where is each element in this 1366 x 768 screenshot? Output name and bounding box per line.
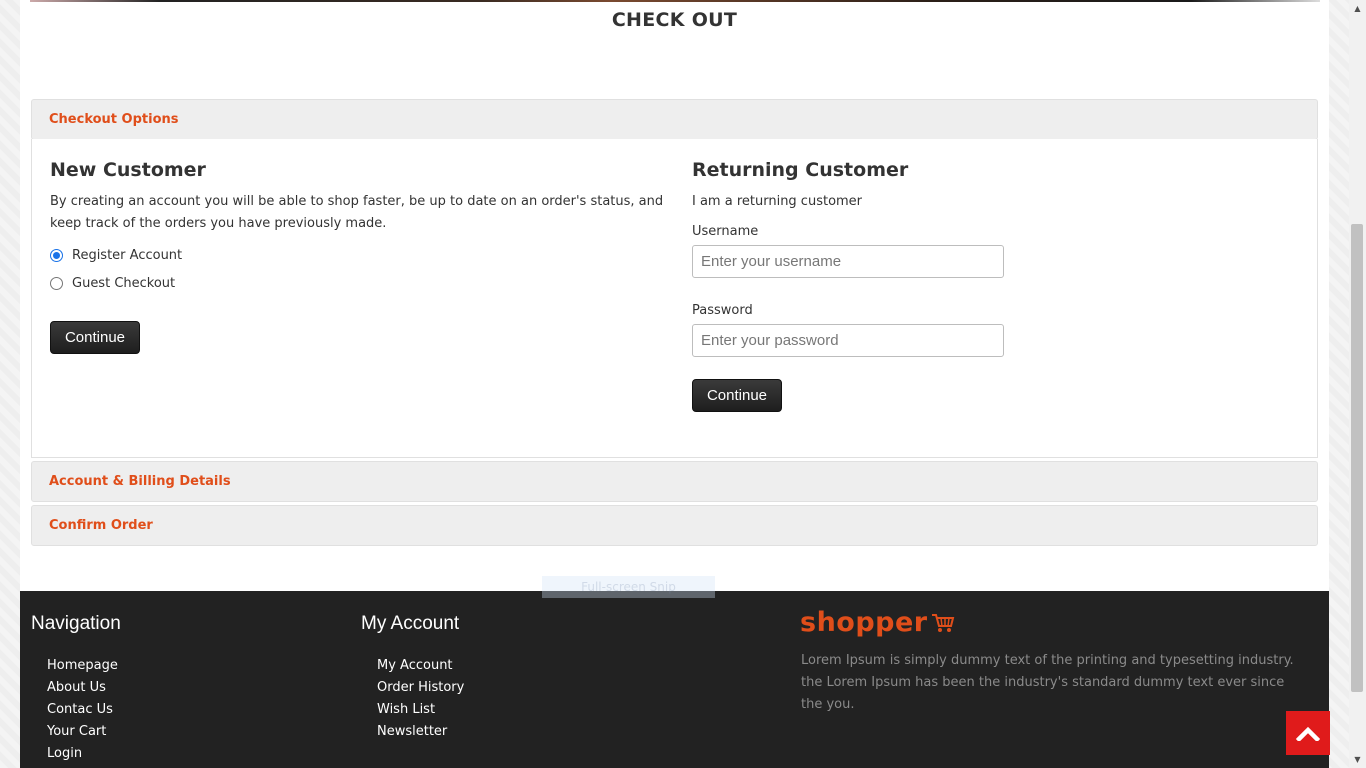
page-scrollbar[interactable]: ▲ ▼ <box>1349 0 1366 768</box>
guest-checkout-option[interactable]: Guest Checkout <box>50 272 665 294</box>
checkout-options-header[interactable]: Checkout Options <box>31 99 1318 140</box>
password-input[interactable]: Enter your password <box>692 324 1004 357</box>
footer-link-cart[interactable]: Your Cart <box>47 721 118 743</box>
banner-image-edge <box>30 0 1320 2</box>
shopper-logo[interactable]: shopper <box>800 607 955 638</box>
footer-link-my-account[interactable]: My Account <box>377 655 464 677</box>
billing-details-title: Account & Billing Details <box>49 474 231 489</box>
logo-text: shopper <box>800 607 928 638</box>
footer-link-order-history[interactable]: Order History <box>377 677 464 699</box>
cart-icon <box>931 612 955 634</box>
register-account-label[interactable]: Register Account <box>72 248 182 263</box>
returning-customer-subtitle: I am a returning customer <box>692 194 863 209</box>
back-to-top-button[interactable] <box>1286 711 1330 755</box>
checkout-options-panel: New Customer By creating an account you … <box>31 139 1318 458</box>
username-input[interactable]: Enter your username <box>692 245 1004 278</box>
returning-customer-continue-button[interactable]: Continue <box>692 379 782 412</box>
footer-brand-description: Lorem Ipsum is simply dummy text of the … <box>801 653 1294 712</box>
footer-account-list: My Account Order History Wish List Newsl… <box>377 655 464 743</box>
password-placeholder: Enter your password <box>701 332 839 349</box>
chevron-up-icon <box>1296 725 1320 741</box>
scroll-up-arrow-icon[interactable]: ▲ <box>1349 0 1366 17</box>
scroll-thumb[interactable] <box>1351 224 1363 692</box>
main-container: CHECK OUT Checkout Options New Customer … <box>20 0 1329 768</box>
footer-navigation-heading: Navigation <box>31 613 121 634</box>
footer-link-homepage[interactable]: Homepage <box>47 655 118 677</box>
footer-account-heading: My Account <box>361 613 460 634</box>
footer-link-contact[interactable]: Contac Us <box>47 699 118 721</box>
confirm-order-header[interactable]: Confirm Order <box>31 505 1318 546</box>
checkout-options-title: Checkout Options <box>49 112 179 127</box>
footer-link-about[interactable]: About Us <box>47 677 118 699</box>
returning-customer-section: Returning Customer I am a returning cust… <box>692 159 1022 412</box>
register-account-option[interactable]: Register Account <box>50 244 665 266</box>
footer-link-newsletter[interactable]: Newsletter <box>377 721 464 743</box>
page-title: CHECK OUT <box>611 9 738 31</box>
new-customer-description: By creating an account you will be able … <box>50 194 664 231</box>
billing-details-header[interactable]: Account & Billing Details <box>31 461 1318 502</box>
returning-customer-heading: Returning Customer <box>692 159 909 181</box>
password-label: Password <box>692 303 753 318</box>
username-placeholder: Enter your username <box>701 253 842 270</box>
scroll-down-arrow-icon[interactable]: ▼ <box>1349 751 1366 768</box>
new-customer-continue-button[interactable]: Continue <box>50 321 140 354</box>
guest-checkout-label[interactable]: Guest Checkout <box>72 276 175 291</box>
confirm-order-title: Confirm Order <box>49 518 153 533</box>
footer-navigation-list: Homepage About Us Contac Us Your Cart Lo… <box>47 655 118 765</box>
register-account-radio[interactable] <box>50 248 63 262</box>
screen-snip-overlay: Full-screen Snip <box>542 576 715 598</box>
footer-link-wish-list[interactable]: Wish List <box>377 699 464 721</box>
guest-checkout-radio[interactable] <box>50 276 63 290</box>
new-customer-heading: New Customer <box>50 159 206 181</box>
new-customer-section: New Customer By creating an account you … <box>50 159 665 354</box>
footer-link-login[interactable]: Login <box>47 743 118 765</box>
username-label: Username <box>692 224 759 239</box>
footer: Navigation Homepage About Us Contac Us Y… <box>20 591 1329 768</box>
